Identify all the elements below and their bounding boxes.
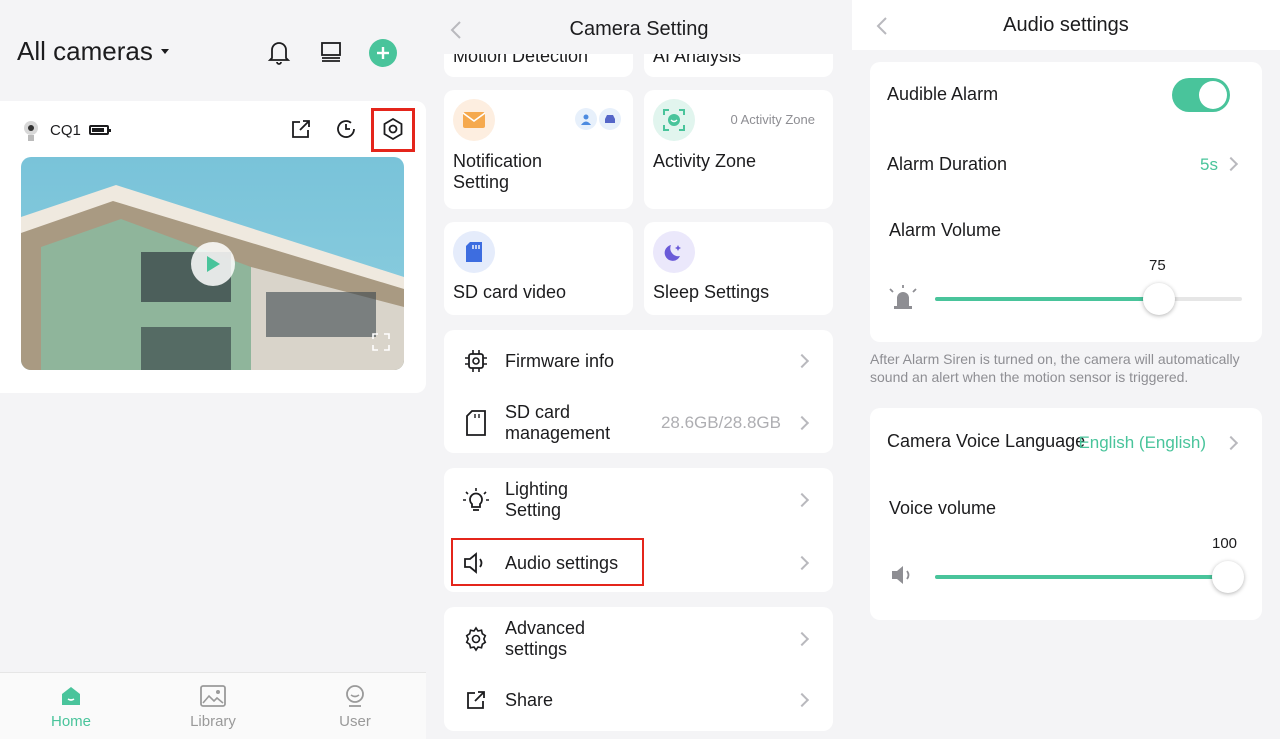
audio-settings-panel: Audio settings Audible Alarm Alarm Durat… [852,0,1280,739]
alarm-card: Audible Alarm Alarm Duration 5s Alarm Vo… [870,62,1262,342]
voice-card: Camera Voice Language English (English) … [870,408,1262,620]
alarm-bell-icon [888,284,918,317]
row-sd-card-management[interactable]: SD card management 28.6GB/28.8GB [444,402,833,444]
chevron-right-icon [794,692,810,708]
alarm-volume-value: 75 [1149,257,1166,274]
nav-bar: Audio settings [852,0,1280,50]
image-icon [200,685,226,707]
camera-preview[interactable] [21,157,404,370]
chevron-right-icon [794,492,810,508]
fullscreen-icon[interactable] [372,333,390,356]
home-panel: All cameras CQ1 Home Library User [0,0,426,739]
tile-notification-setting[interactable]: Notification Setting [444,90,633,209]
chevron-right-icon [1223,156,1239,172]
bell-icon[interactable] [265,38,293,66]
voice-volume-slider[interactable] [935,561,1244,593]
camera-device-icon [24,121,38,141]
row-camera-voice-language[interactable]: Camera Voice Language English (English) [870,420,1262,464]
mail-icon [453,99,495,141]
voice-volume-knob[interactable] [1212,561,1244,593]
row-advanced-settings[interactable]: Advanced settings [444,618,833,660]
chevron-right-icon [794,555,810,571]
row-alarm-duration[interactable]: Alarm Duration 5s [870,140,1262,188]
chevron-right-icon [794,631,810,647]
sd-card-outline-icon [462,409,490,437]
alarm-volume-knob[interactable] [1143,283,1175,315]
lightbulb-icon [462,486,490,514]
nav-bar: Camera Setting [426,0,852,54]
history-icon[interactable] [333,116,359,142]
gear-icon [462,625,490,653]
chip-icon [462,347,490,375]
advanced-group: Advanced settings Share [444,607,833,731]
nav-home[interactable]: Home [31,683,111,730]
audio-settings-highlight [451,538,644,586]
bottom-nav: Home Library User [0,672,426,739]
row-lighting-setting[interactable]: Lighting Setting [444,479,833,521]
voice-volume-value: 100 [1212,535,1238,552]
moon-icon [653,231,695,273]
tile-activity-zone[interactable]: 0 Activity Zone Activity Zone [644,90,833,209]
nav-user[interactable]: User [315,683,395,730]
user-icon [346,685,364,707]
add-camera-button[interactable] [369,39,397,67]
audible-alarm-toggle[interactable] [1172,78,1230,112]
home-icon [62,687,80,705]
share-icon[interactable] [288,116,314,142]
row-share[interactable]: Share [444,685,833,715]
battery-icon [88,125,111,135]
page-title: Camera Setting [569,18,709,40]
play-button[interactable] [191,242,235,286]
plus-icon [377,47,389,59]
tile-sleep-settings[interactable]: Sleep Settings [644,222,833,315]
camera-name: CQ1 [50,121,81,139]
share-icon [462,686,490,714]
alarm-note: After Alarm Siren is turned on, the came… [870,351,1240,385]
chevron-right-icon [794,353,810,369]
alarm-volume-slider[interactable] [935,283,1242,315]
camera-card: CQ1 [0,101,426,393]
row-firmware-info[interactable]: Firmware info [444,346,833,376]
device-group: Firmware info SD card management 28.6GB/… [444,330,833,453]
chevron-right-icon [1223,435,1239,451]
settings-highlight [371,108,415,152]
play-icon [207,256,220,272]
camera-setting-panel: Motion Detection AI Analysis Camera Sett… [426,0,852,739]
all-cameras-dropdown[interactable]: All cameras [17,36,169,67]
person-vehicle-icon [575,108,621,130]
page-title: All cameras [17,36,153,66]
multi-view-icon[interactable] [317,38,345,66]
sd-card-icon [453,231,495,273]
chevron-right-icon [794,415,810,431]
zone-icon [653,99,695,141]
nav-library[interactable]: Library [173,683,253,730]
speaker-icon [890,564,916,591]
light-audio-group: Lighting Setting Audio settings [444,468,833,592]
tile-sd-card-video[interactable]: SD card video [444,222,633,315]
caret-down-icon [160,49,169,54]
page-title: Audio settings [1003,14,1129,36]
